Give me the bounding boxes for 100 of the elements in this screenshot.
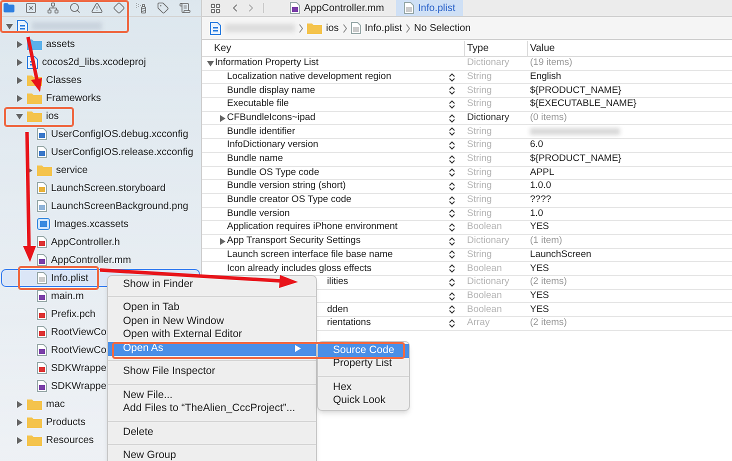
menu-item[interactable]: Open in Tab xyxy=(108,302,316,315)
disclosure-triangle-icon[interactable] xyxy=(219,114,226,122)
breadcrumb-item[interactable]: ios xyxy=(307,20,339,36)
value-cell-text: 1.0.0 xyxy=(529,179,552,194)
editor-tab[interactable]: AppController.mm xyxy=(282,0,392,16)
menu-item[interactable]: Add Files to “TheAlien_CccProject”... xyxy=(108,402,316,416)
menu-item[interactable]: Delete xyxy=(108,426,316,440)
column-header[interactable]: Type xyxy=(464,40,527,56)
breadcrumb-item[interactable]: Info.plist xyxy=(350,20,402,36)
key-cell: dden xyxy=(327,302,348,317)
disclosure-triangle-icon[interactable] xyxy=(16,418,23,426)
stepper-icon[interactable] xyxy=(449,223,455,232)
type-cell-text: Dictionary xyxy=(466,275,510,290)
stepper-icon[interactable] xyxy=(449,264,455,274)
tree-row[interactable]: service xyxy=(1,161,200,179)
stepper-icon[interactable] xyxy=(449,114,455,123)
disclosure-triangle-icon[interactable] xyxy=(16,58,23,66)
stepper-icon[interactable] xyxy=(449,86,455,96)
grid-icon[interactable] xyxy=(210,2,221,14)
tree-item-label: AppController.h xyxy=(51,236,120,250)
disclosure-triangle-icon[interactable] xyxy=(16,40,23,48)
tree-row[interactable]: LaunchScreenBackground.png xyxy=(1,197,200,215)
disclosure-triangle-icon[interactable] xyxy=(16,436,23,444)
disclosure-triangle-icon[interactable] xyxy=(6,22,13,30)
stepper-icon[interactable] xyxy=(449,236,455,246)
header-file-icon xyxy=(37,362,47,374)
stepper-icon[interactable] xyxy=(449,72,455,82)
menu-item[interactable]: New File... xyxy=(108,389,316,402)
chevron-icon xyxy=(299,24,303,32)
source-file-icon xyxy=(37,380,47,392)
menu-item[interactable]: Quick Look xyxy=(318,394,409,408)
menu-item[interactable]: Property List xyxy=(318,358,409,371)
stepper-icon[interactable] xyxy=(449,305,455,314)
value-cell-text: YES xyxy=(529,288,550,303)
stepper-icon[interactable] xyxy=(449,182,455,192)
tree-row[interactable]: Frameworks xyxy=(1,89,200,107)
menu-item[interactable]: Open with External Editor xyxy=(108,328,316,342)
annotation-box xyxy=(4,107,74,127)
stepper-icon[interactable] xyxy=(449,154,455,164)
folder-icon[interactable] xyxy=(3,2,15,14)
column-header[interactable]: Value xyxy=(527,40,555,56)
tree-row[interactable]: cocos2d_libs.xcodeproj xyxy=(1,53,200,71)
stepper-icon[interactable] xyxy=(449,209,455,218)
diamond-icon[interactable] xyxy=(113,2,125,14)
stepper-icon[interactable] xyxy=(449,168,455,178)
hierarchy-icon[interactable] xyxy=(47,2,59,14)
tag-icon[interactable] xyxy=(157,2,169,14)
editor-tab[interactable]: Info.plist xyxy=(396,0,464,16)
tree-row[interactable]: UserConfigIOS.debug.xcconfig xyxy=(1,125,200,143)
type-cell-text: Boolean xyxy=(466,262,503,276)
type-cell-text: String xyxy=(466,97,493,112)
tree-row[interactable]: ios xyxy=(1,107,200,125)
stepper-icon[interactable] xyxy=(449,140,455,150)
type-cell-text: Dictionary xyxy=(466,56,510,70)
folder-icon xyxy=(27,416,42,428)
storyboard-file-icon xyxy=(37,182,47,194)
value-cell-text: ???? xyxy=(529,193,552,208)
value-cell-text: English xyxy=(529,70,562,84)
stepper-icon[interactable] xyxy=(449,250,455,260)
menu-item[interactable]: Hex xyxy=(318,381,409,394)
type-cell-text: Dictionary xyxy=(466,234,510,248)
warning-icon[interactable] xyxy=(91,2,103,14)
plist-file-icon xyxy=(350,22,361,34)
stepper-icon[interactable] xyxy=(449,196,455,205)
tree-row[interactable]: Images.xcassets xyxy=(1,215,200,233)
stepper-icon[interactable] xyxy=(449,100,455,109)
disclosure-triangle-icon[interactable] xyxy=(16,112,23,120)
menu-item[interactable]: Show File Inspector xyxy=(108,366,316,379)
tree-item-label: service xyxy=(56,164,88,178)
value-cell-text: YES xyxy=(529,262,550,276)
stepper-icon[interactable] xyxy=(449,292,455,301)
tree-row[interactable]: AppController.h xyxy=(1,233,200,251)
disclosure-triangle-icon[interactable] xyxy=(16,76,23,84)
source-file-icon xyxy=(37,290,47,302)
tree-item-label: Prefix.pch xyxy=(51,308,96,322)
breadcrumb-item[interactable]: No Selection xyxy=(414,20,471,36)
document-icon[interactable] xyxy=(179,2,191,14)
tree-row[interactable]: LaunchScreen.storyboard xyxy=(1,179,200,197)
breadcrumb-item[interactable] xyxy=(210,22,295,34)
stepper-icon[interactable] xyxy=(449,127,455,136)
value-cell-text: (0 items) xyxy=(529,110,567,125)
tree-row[interactable]: UserConfigIOS.release.xcconfig xyxy=(1,143,200,161)
key-cell-text: Bundle version xyxy=(227,206,290,221)
type-cell-text: String xyxy=(466,179,493,194)
disclosure-triangle-icon[interactable] xyxy=(16,400,23,408)
x-square-icon[interactable] xyxy=(25,2,37,14)
stepper-icon[interactable] xyxy=(449,278,455,287)
disclosure-triangle-icon[interactable] xyxy=(16,94,23,102)
disclosure-triangle-icon[interactable] xyxy=(207,60,214,67)
search-icon[interactable] xyxy=(69,2,81,14)
config-file-icon xyxy=(37,128,47,140)
column-header[interactable]: Key xyxy=(202,40,464,56)
disclosure-triangle-icon[interactable] xyxy=(219,238,226,245)
tree-item-label: UserConfigIOS.release.xcconfig xyxy=(51,146,194,160)
tree-row[interactable]: assets xyxy=(1,35,200,53)
tree-row[interactable]: AppController.mm xyxy=(1,251,200,269)
menu-item[interactable]: Open in New Window xyxy=(108,315,316,328)
menu-item[interactable]: New Group xyxy=(108,450,316,461)
value-cell-text: ${EXECUTABLE_NAME} xyxy=(529,97,636,112)
stepper-icon[interactable] xyxy=(449,318,455,328)
